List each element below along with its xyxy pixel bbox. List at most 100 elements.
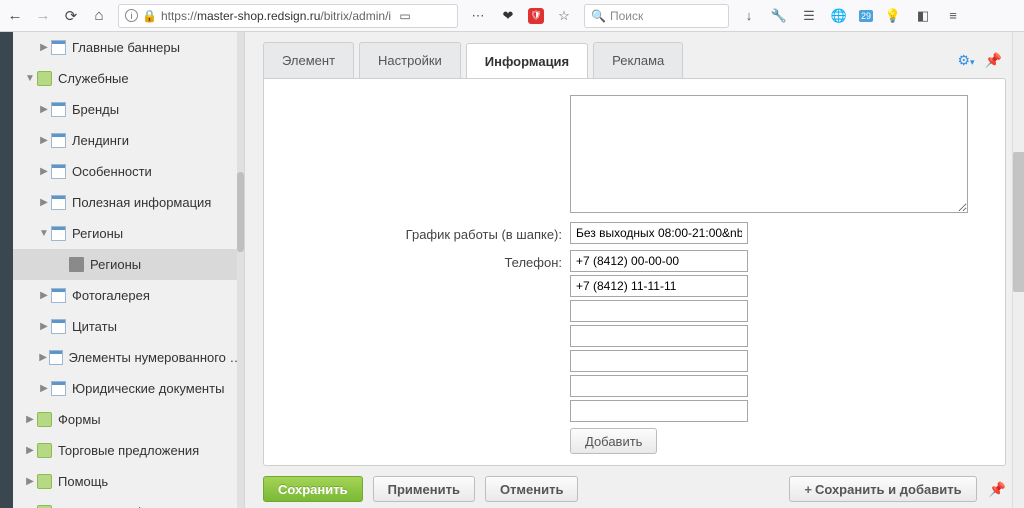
sidebar-item-label: Формы — [58, 412, 101, 427]
tree-arrow-icon: ▶ — [37, 104, 51, 115]
sidebar-item-label: Регионы — [90, 257, 141, 272]
search-icon: 🔍 — [591, 9, 606, 23]
sidebar-item[interactable]: ▼Регионы — [13, 218, 244, 249]
tab[interactable]: Реклама — [593, 42, 683, 78]
pin-icon[interactable]: 📌 — [985, 52, 1002, 69]
main-scrollbar[interactable] — [1012, 32, 1024, 508]
devtools-icon[interactable]: 🔧 — [769, 6, 789, 26]
more-icon[interactable]: ⋯ — [468, 6, 488, 26]
phone-label: Телефон: — [280, 250, 570, 270]
search-input[interactable]: 🔍 Поиск — [584, 4, 729, 28]
sidebar-item[interactable]: ▶ Формы — [13, 404, 244, 435]
sidebar-item-label: Торговые предложения — [58, 443, 199, 458]
cancel-button[interactable]: Отменить — [485, 476, 579, 502]
add-phone-button[interactable]: Добавить — [570, 428, 657, 454]
list-icon — [51, 319, 66, 334]
sidebar-item-label: Бренды — [72, 102, 119, 117]
apply-button[interactable]: Применить — [373, 476, 475, 502]
sidebar-item[interactable]: ▶Лендинги — [13, 125, 244, 156]
phone-input[interactable] — [570, 300, 748, 322]
phone-input[interactable] — [570, 350, 748, 372]
list-icon — [51, 288, 66, 303]
phone-input[interactable] — [570, 275, 748, 297]
ublock-icon[interactable]: 🛡 — [528, 8, 544, 24]
sidebar-item[interactable]: ▶ Элементы нумерованного списка — [13, 342, 244, 373]
save-button[interactable]: Сохранить — [263, 476, 363, 502]
lightbulb-icon[interactable]: 💡 — [883, 6, 903, 26]
sidebar-item-label: Элементы нумерованного списка — [69, 350, 244, 365]
sidebar-item-label: Особенности — [72, 164, 152, 179]
tree-arrow-icon: ▶ — [37, 42, 51, 53]
browser-chrome: ← → ⟳ ⌂ i 🔒 https://master-shop.redsign.… — [0, 0, 1024, 32]
url-bar[interactable]: i 🔒 https://master-shop.redsign.ru/bitri… — [118, 4, 458, 28]
info-icon: i — [125, 9, 138, 22]
phone-input[interactable] — [570, 400, 748, 422]
folder-icon — [37, 443, 52, 458]
sidebar-item-label: Фотогалерея — [72, 288, 150, 303]
sidebar-icon[interactable]: ◧ — [913, 6, 933, 26]
list-icon — [51, 195, 66, 210]
sidebar-item[interactable]: ▼Служебные — [13, 63, 244, 94]
sidebar-item[interactable]: ▶ Особенности — [13, 156, 244, 187]
menu-icon[interactable]: ≡ — [943, 6, 963, 26]
pocket-icon[interactable]: ❤ — [498, 6, 518, 26]
description-textarea[interactable] — [570, 95, 968, 213]
phone-input[interactable] — [570, 325, 748, 347]
reader-icon[interactable]: ▭ — [395, 6, 415, 26]
tree-arrow-icon: ▶ — [37, 383, 51, 394]
sidebar: ▶Главные баннеры▼Служебные▶Бренды▶Лендин… — [13, 32, 245, 508]
sidebar-item[interactable]: ▶ Фотогалерея — [13, 280, 244, 311]
tree-arrow-icon: ▶ — [23, 476, 37, 487]
tree-arrow-icon: ▶ — [37, 352, 49, 363]
sidebar-item-label: Лендинги — [72, 133, 129, 148]
sidebar-item[interactable]: ▶ Полезная информация — [13, 187, 244, 218]
library-icon[interactable]: ☰ — [799, 6, 819, 26]
sidebar-item[interactable]: ▶ Помощь — [13, 466, 244, 497]
schedule-input[interactable] — [570, 222, 748, 244]
tree-arrow-icon: ▶ — [23, 445, 37, 456]
sidebar-item[interactable]: ▶ Торговые предложения — [13, 435, 244, 466]
sidebar-item-label: Полезная информация — [72, 195, 211, 210]
gear-icon[interactable]: ⚙▾ — [957, 52, 974, 69]
list-icon — [51, 133, 66, 148]
sidebar-item[interactable]: Регионы — [13, 249, 244, 280]
forward-button[interactable]: → — [34, 7, 52, 25]
sidebar-item[interactable]: ▶ Бренды — [13, 94, 244, 125]
sidebar-item-label: Помощь — [58, 474, 108, 489]
globe-icon[interactable]: 🌐 — [829, 6, 849, 26]
sidebar-item-label: Цитаты — [72, 319, 117, 334]
sidebar-item[interactable]: ▶Полезная информация — [13, 497, 244, 508]
bookmark-icon[interactable]: ☆ — [554, 6, 574, 26]
tab[interactable]: Элемент — [263, 42, 354, 78]
textarea-label — [280, 95, 570, 100]
tabs-count-badge[interactable]: 29 — [859, 10, 873, 22]
sidebar-item[interactable]: ▶ Главные баннеры — [13, 32, 244, 63]
list-icon — [49, 350, 62, 365]
lock-icon: 🔒 — [142, 9, 157, 23]
tree-arrow-icon: ▼ — [23, 73, 37, 84]
sidebar-scrollbar[interactable] — [237, 32, 244, 508]
sidebar-item-label: Главные баннеры — [72, 40, 180, 55]
back-button[interactable]: ← — [6, 7, 24, 25]
tree-arrow-icon: ▶ — [37, 290, 51, 301]
tree-arrow-icon: ▶ — [37, 197, 51, 208]
tab[interactable]: Настройки — [359, 42, 461, 78]
home-button[interactable]: ⌂ — [90, 7, 108, 25]
pin-bottom-icon[interactable]: 📌 — [989, 481, 1006, 498]
save-and-add-button[interactable]: +Сохранить и добавить — [789, 476, 976, 502]
tree-arrow-icon: ▶ — [37, 321, 51, 332]
action-bar: Сохранить Применить Отменить +Сохранить … — [263, 466, 1006, 508]
phone-input[interactable] — [570, 375, 748, 397]
dot-icon — [69, 257, 84, 272]
phone-input[interactable] — [570, 250, 748, 272]
download-icon[interactable]: ↓ — [739, 6, 759, 26]
sidebar-item-label: Регионы — [72, 226, 123, 241]
tab[interactable]: Информация — [466, 43, 588, 79]
sidebar-item[interactable]: ▶ Цитаты — [13, 311, 244, 342]
tabs: ЭлементНастройкиИнформацияРеклама — [263, 42, 683, 78]
tree-arrow-icon: ▶ — [37, 166, 51, 177]
folder-icon — [37, 71, 52, 86]
reload-button[interactable]: ⟳ — [62, 7, 80, 25]
sidebar-item[interactable]: ▶Юридические документы — [13, 373, 244, 404]
tree-arrow-icon: ▶ — [23, 414, 37, 425]
